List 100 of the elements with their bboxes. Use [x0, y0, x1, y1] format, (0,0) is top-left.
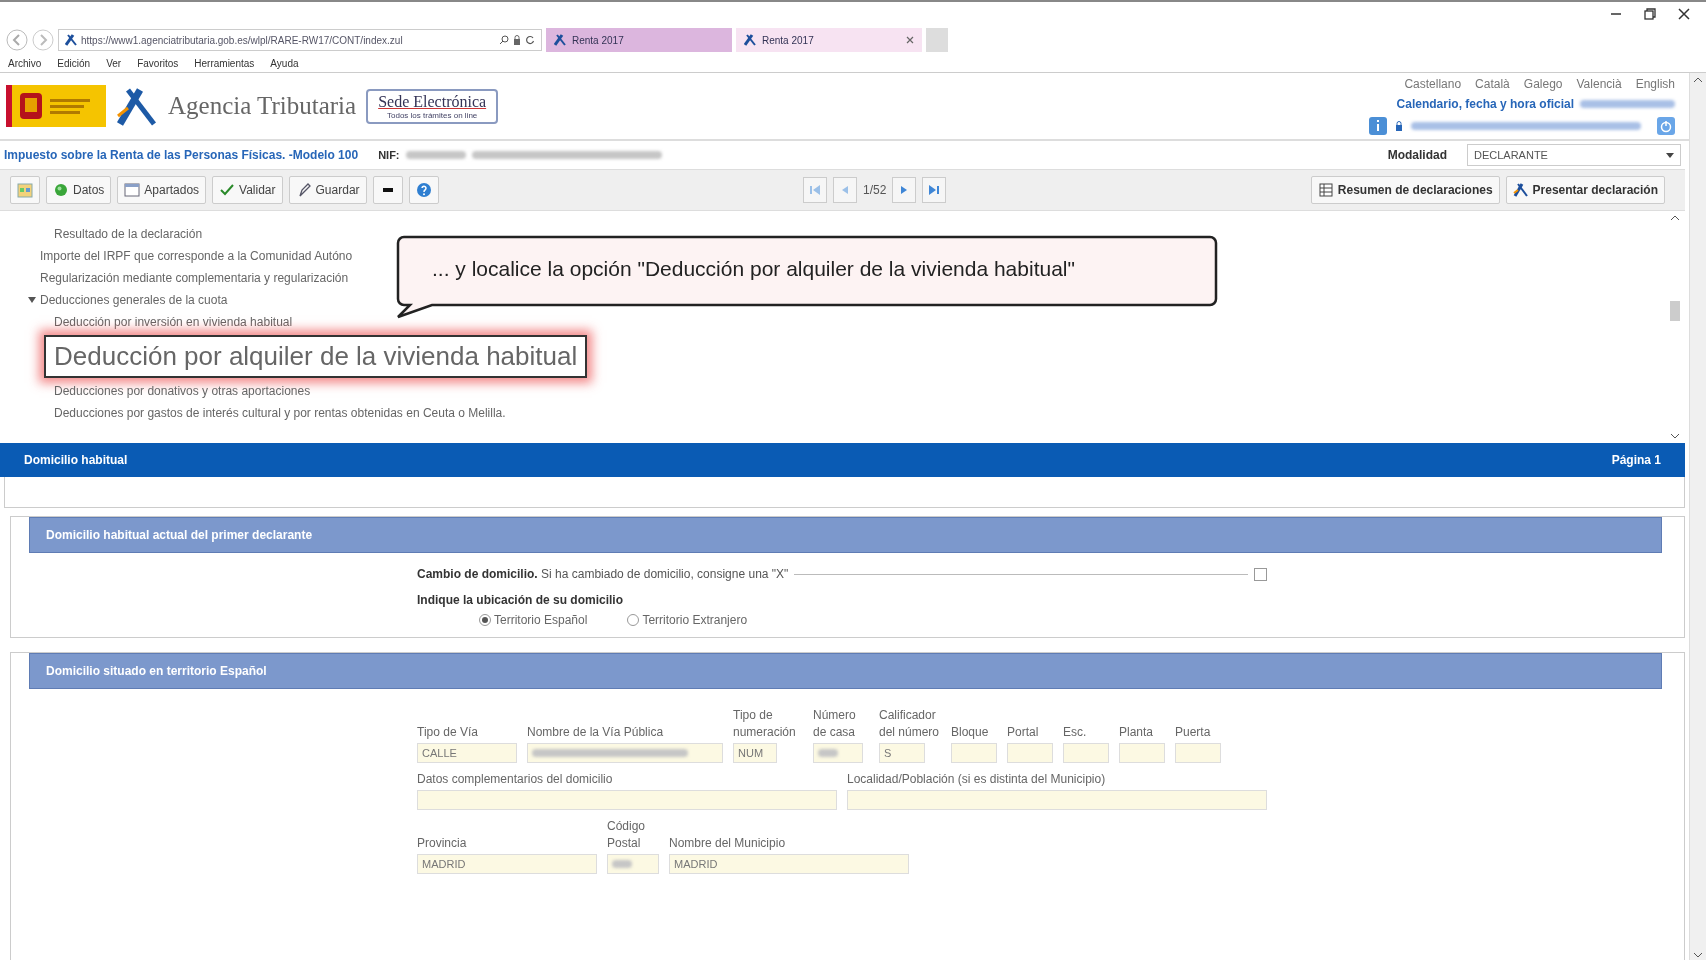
back-icon[interactable] — [6, 29, 28, 51]
agency-logo-icon — [65, 34, 77, 46]
menu-item[interactable]: Herramientas — [194, 57, 255, 69]
field-label: Esc. — [1063, 724, 1088, 741]
menu-item[interactable]: Ayuda — [270, 57, 299, 69]
datos-button[interactable]: Datos — [46, 176, 112, 204]
browser-tab[interactable]: Renta 2017 — [546, 28, 732, 52]
input-field[interactable]: S — [879, 743, 925, 763]
window-icon — [124, 182, 141, 198]
lock-icon — [1395, 121, 1403, 131]
next-page-button[interactable] — [892, 177, 917, 203]
address-bar[interactable]: https://www1.agenciatributaria.gob.es/wlpl/RARE-RW17/CONT/index.zul — [58, 29, 542, 51]
apartados-button[interactable]: Apartados — [117, 176, 207, 204]
field-label: Puerta — [1175, 724, 1212, 741]
language-link[interactable]: Català — [1475, 77, 1510, 91]
tree-item[interactable]: Resultado de la declaración — [54, 227, 203, 241]
table-icon — [1317, 182, 1334, 198]
calendar-button[interactable] — [10, 176, 40, 204]
input-field[interactable]: MADRID — [669, 854, 909, 874]
tree-item[interactable]: Deducciones generales de la cuota — [40, 293, 228, 307]
callout-text: ... y localice la opción "Deducción por alquiler de la vivienda habitual" — [432, 257, 1075, 281]
tree-item[interactable]: Deducción por inversión en vivienda habitual — [54, 315, 293, 329]
input-field[interactable] — [1175, 743, 1221, 763]
menu-item[interactable]: Favoritos — [137, 57, 179, 69]
last-page-button[interactable] — [922, 177, 947, 203]
highlighted-tree-item[interactable]: Deducción por alquiler de la vivienda habitual — [44, 335, 588, 378]
scrollbar-thumb[interactable] — [1670, 301, 1680, 321]
panel-header: Domicilio situado en territorio Español — [29, 653, 1662, 689]
page-label: Página 1 — [1611, 453, 1661, 467]
agency-logo — [116, 86, 158, 126]
input-field[interactable] — [607, 854, 659, 874]
calendar-icon — [17, 182, 33, 198]
nif-label: NIF: — [378, 149, 400, 161]
input-field[interactable] — [847, 790, 1267, 810]
page-counter: 1/52 — [863, 183, 887, 197]
agency-logo-icon — [1512, 182, 1529, 198]
refresh-icon[interactable] — [525, 35, 535, 45]
close-icon[interactable] — [1678, 8, 1690, 20]
input-field[interactable] — [951, 743, 997, 763]
field-label: Bloque — [951, 724, 990, 741]
resumen-button[interactable]: Resumen de declaraciones — [1310, 176, 1500, 204]
validar-button[interactable]: Validar — [212, 176, 283, 204]
tree-item[interactable]: Deducciones por donativos y otras aportaciones — [54, 384, 311, 398]
tree-item[interactable]: Regularización mediante complementaria y regularización — [40, 271, 349, 285]
field-label: Nombre del Municipio — [669, 835, 787, 852]
input-field[interactable]: MADRID — [417, 854, 597, 874]
input-field[interactable] — [417, 790, 837, 810]
tree-item[interactable]: Importe del IRPF que corresponde a la Comunidad Autóno — [40, 249, 353, 263]
previous-page-button[interactable] — [833, 177, 858, 203]
input-field[interactable] — [1119, 743, 1165, 763]
search-icon[interactable] — [499, 35, 509, 45]
input-field[interactable] — [1007, 743, 1053, 763]
menu-item[interactable]: Ver — [106, 57, 122, 69]
check-icon — [219, 182, 236, 198]
menu-item[interactable]: Edición — [57, 57, 91, 69]
modalidad-label: Modalidad — [1387, 148, 1447, 162]
language-link[interactable]: English — [1635, 77, 1675, 91]
help-button[interactable] — [408, 176, 439, 204]
power-icon[interactable] — [1657, 117, 1675, 135]
panel-header: Domicilio habitual actual del primer declarante — [29, 517, 1662, 553]
guardar-button[interactable]: Guardar — [288, 176, 367, 204]
modalidad-dropdown[interactable]: DECLARANTE — [1467, 144, 1681, 166]
scroll-down-icon[interactable] — [1693, 952, 1703, 958]
input-field[interactable] — [527, 743, 723, 763]
field-label: Localidad/Población (si es distinta del Municipio) — [847, 771, 1107, 788]
lock-icon[interactable] — [513, 35, 521, 45]
input-field[interactable]: CALLE — [417, 743, 517, 763]
browser-tab[interactable]: Renta 2017 — [736, 28, 922, 52]
radio-label: Territorio Extranjero — [642, 613, 748, 627]
sede-link[interactable]: Sede Electrónica Todos los trámites on line — [366, 88, 499, 124]
calendar-link[interactable]: Calendario, fecha y hora oficial — [1396, 97, 1574, 111]
input-field[interactable]: NUM — [733, 743, 777, 763]
question-label: Indique la ubicación de su domicilio — [417, 593, 625, 607]
field-label: Datos complementarios del domicilio — [417, 771, 614, 788]
presentar-button[interactable]: Presentar declaración — [1505, 176, 1665, 204]
checkbox[interactable] — [1254, 567, 1267, 581]
scroll-down-icon[interactable] — [1670, 433, 1680, 439]
scroll-up-icon[interactable] — [1693, 77, 1703, 83]
expanded-triangle-icon[interactable] — [28, 296, 36, 304]
scrollbar[interactable] — [1689, 73, 1706, 960]
menu-item[interactable]: Archivo — [8, 57, 42, 69]
info-icon[interactable] — [1369, 117, 1387, 135]
field-label: Código Postal — [607, 818, 647, 852]
input-field[interactable] — [1063, 743, 1109, 763]
field-label: Tipo de Vía — [417, 724, 479, 741]
language-link[interactable]: Galego — [1523, 77, 1563, 91]
field-label: Número de casa — [813, 707, 857, 741]
first-page-button[interactable] — [803, 177, 828, 203]
language-link[interactable]: Valencià — [1576, 77, 1622, 91]
tree-item[interactable]: Deducciones por gastos de interés cultural y por rentas obtenidas en Ceuta o Melilla. — [54, 406, 506, 420]
field-label: Tipo de numeración — [733, 707, 797, 741]
minus-button[interactable] — [372, 176, 403, 204]
field-label: Portal — [1007, 724, 1040, 741]
language-link[interactable]: Castellano — [1404, 77, 1462, 91]
agency-logo-icon — [554, 34, 566, 46]
last-page-icon — [928, 184, 941, 196]
restore-icon[interactable] — [1644, 8, 1656, 20]
scroll-up-icon[interactable] — [1670, 215, 1680, 221]
input-field[interactable] — [813, 743, 863, 763]
forward-icon[interactable] — [32, 29, 54, 51]
